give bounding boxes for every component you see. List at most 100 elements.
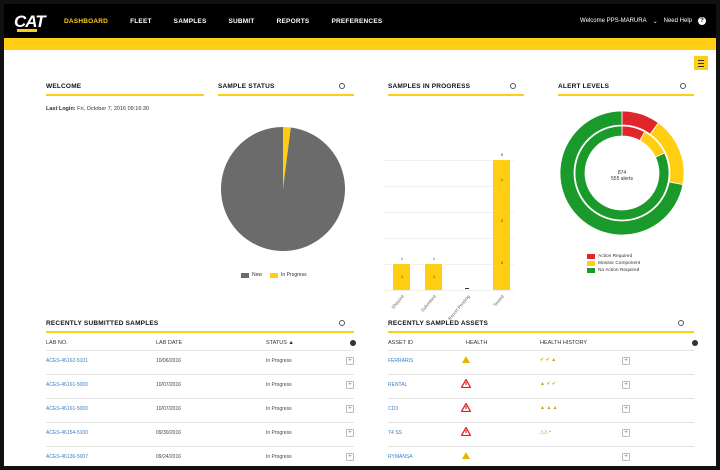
- sample-status: In Progress: [266, 430, 292, 436]
- recent-assets-gear-icon[interactable]: [678, 320, 684, 326]
- legend-in-progress: In Progress: [281, 272, 307, 278]
- bar-value-label: 5: [500, 152, 504, 157]
- row-divider: [388, 398, 694, 399]
- yellow-subbar: [4, 38, 716, 50]
- header-health[interactable]: HEALTH: [466, 340, 487, 346]
- samples-in-progress-chart: 1 1 Shipped 1 1 Submitted Report Pending 5 1 2 2 Te…: [384, 120, 524, 321]
- samples-in-progress-underline: [388, 94, 524, 96]
- legend-swatch-monitor: [587, 261, 595, 266]
- user-area: Welcome PPS-MARURA ⌄ Need Help ?: [574, 4, 706, 38]
- last-login-value: Fri, October 7, 2016 09:16:30: [77, 106, 150, 112]
- alert-levels-gear-icon[interactable]: [680, 83, 686, 89]
- legend-monitor-component: Monitor Component: [598, 261, 641, 266]
- need-help-link[interactable]: Need Help: [664, 18, 692, 24]
- bar-inner-label: 2: [500, 259, 504, 265]
- header-status[interactable]: STATUS ▲: [266, 340, 294, 346]
- expand-row-button[interactable]: +: [346, 357, 354, 365]
- asset-id-link[interactable]: RENTAL: [388, 382, 407, 388]
- asset-id-link[interactable]: RYMANSA: [388, 454, 413, 460]
- header-lab-date[interactable]: LAB DATE: [156, 340, 182, 346]
- header-lab-no[interactable]: LAB NO.: [46, 340, 68, 346]
- sort-arrow-icon[interactable]: ▲: [288, 340, 293, 346]
- expand-row-button[interactable]: +: [346, 453, 354, 461]
- lab-number-link[interactable]: ACES-46161-5000: [46, 382, 88, 388]
- expand-row-button[interactable]: +: [622, 429, 630, 437]
- asset-id-link[interactable]: CD3: [388, 406, 398, 412]
- expand-row-button[interactable]: +: [346, 405, 354, 413]
- alert-levels-legend: Action Required Monitor Component No Act…: [587, 254, 640, 273]
- lab-date: 10/06/2016: [156, 358, 182, 364]
- user-dropdown-icon[interactable]: ⌄: [653, 18, 658, 25]
- recent-samples-gear-icon[interactable]: [339, 320, 345, 326]
- sample-status-legend: New In Progress: [241, 272, 307, 278]
- row-divider: [46, 422, 354, 423]
- sample-status-gear-icon[interactable]: [339, 83, 345, 89]
- asset-id-link[interactable]: T4 SS: [388, 430, 402, 436]
- recent-samples-underline: [46, 331, 354, 333]
- app-window: CAT DASHBOARD FLEET SAMPLES SUBMIT REPOR…: [0, 0, 720, 470]
- row-divider: [46, 350, 354, 351]
- assets-columns-gear-icon[interactable]: [692, 340, 698, 346]
- bar-inner-label: 1: [500, 176, 504, 182]
- row-divider: [388, 446, 694, 447]
- expand-row-button[interactable]: +: [622, 357, 630, 365]
- recent-assets-underline: [388, 331, 694, 333]
- expand-row-button[interactable]: +: [622, 381, 630, 389]
- lab-number-link[interactable]: ACES-46161-5000: [46, 406, 88, 412]
- lab-number-link[interactable]: ACES-46162-5101: [46, 358, 88, 364]
- samples-in-progress-gear-icon[interactable]: [510, 83, 516, 89]
- bar-inner-label: 1: [400, 274, 404, 279]
- expand-row-button[interactable]: +: [346, 381, 354, 389]
- expand-row-button[interactable]: +: [622, 405, 630, 413]
- monitor-warning-icon: [462, 452, 470, 459]
- samples-in-progress-title: SAMPLES IN PROGRESS: [388, 83, 471, 90]
- alert-levels-underline: [558, 94, 694, 96]
- nav-samples[interactable]: SAMPLES: [174, 18, 207, 25]
- gridline: [384, 290, 514, 291]
- main-nav: DASHBOARD FLEET SAMPLES SUBMIT REPORTS P…: [64, 4, 404, 38]
- bar-zero-marker: [465, 288, 469, 289]
- row-divider: [46, 398, 354, 399]
- welcome-user[interactable]: Welcome PPS-MARURA: [580, 18, 647, 24]
- welcome-underline: [46, 94, 204, 96]
- lab-date: 10/07/2016: [156, 406, 182, 412]
- bar-value-label: 1: [432, 256, 436, 261]
- expand-row-button[interactable]: +: [622, 453, 630, 461]
- nav-reports[interactable]: REPORTS: [277, 18, 310, 25]
- expand-row-button[interactable]: +: [346, 429, 354, 437]
- header-health-history[interactable]: HEALTH HISTORY: [540, 340, 587, 346]
- action-required-icon: [461, 379, 471, 388]
- legend-no-action-required: No Action Required: [598, 268, 640, 273]
- sample-status-underline: [218, 94, 354, 96]
- action-required-icon: [461, 427, 471, 436]
- action-required-icon: [461, 403, 471, 412]
- monitor-warning-icon: [462, 356, 470, 363]
- menu-icon[interactable]: [694, 56, 708, 70]
- nav-preferences[interactable]: PREFERENCES: [331, 18, 382, 25]
- health-history: △△ ▪: [540, 429, 551, 435]
- pie-slice-new[interactable]: [221, 127, 345, 251]
- alert-levels-center: 874 555 alerts: [602, 170, 642, 182]
- lab-date: 09/30/2016: [156, 430, 182, 436]
- header-asset-id[interactable]: ASSET ID: [388, 340, 413, 346]
- legend-swatch-in-progress: [270, 272, 279, 278]
- lab-number-link[interactable]: ACES-46154-5100: [46, 430, 88, 436]
- lab-date: 10/07/2016: [156, 382, 182, 388]
- asset-id-link[interactable]: FERRARIS: [388, 358, 413, 364]
- legend-swatch-no-action: [587, 268, 595, 273]
- lab-number-link[interactable]: ACES-46136-5007: [46, 454, 88, 460]
- sample-status-title: SAMPLE STATUS: [218, 83, 275, 90]
- health-history: ▲ ▲ ▲: [540, 405, 558, 411]
- help-icon[interactable]: ?: [698, 17, 706, 25]
- samples-columns-gear-icon[interactable]: [350, 340, 356, 346]
- lab-date: 09/24/2016: [156, 454, 182, 460]
- dashboard-content: WELCOME Last Login: Fri, October 7, 2016…: [4, 50, 716, 466]
- recent-assets-title: RECENTLY SAMPLED ASSETS: [388, 320, 489, 327]
- nav-submit[interactable]: SUBMIT: [228, 18, 254, 25]
- sample-status: In Progress: [266, 382, 292, 388]
- welcome-title: WELCOME: [46, 83, 82, 90]
- nav-fleet[interactable]: FLEET: [130, 18, 152, 25]
- legend-swatch-new: [241, 272, 249, 278]
- sample-status-pie: [221, 127, 345, 251]
- nav-dashboard[interactable]: DASHBOARD: [64, 18, 108, 25]
